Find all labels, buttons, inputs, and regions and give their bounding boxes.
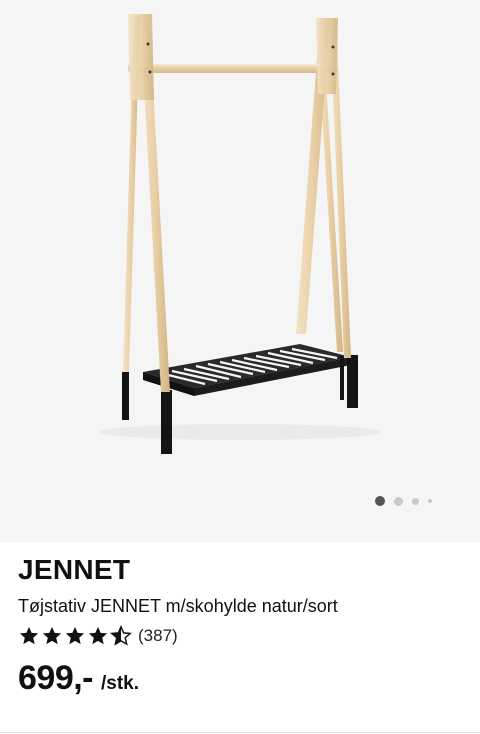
pagination-dot-active[interactable] (375, 496, 385, 506)
half-star-icon (110, 625, 132, 646)
star-icon (88, 626, 108, 645)
star-icon (19, 626, 39, 645)
review-count[interactable]: (387) (138, 626, 178, 646)
pagination-dot[interactable] (394, 496, 403, 506)
bottom-divider (0, 732, 480, 733)
product-description[interactable]: Tøjstativ JENNET m/skohylde natur/sort (18, 594, 462, 618)
product-name[interactable]: JENNET (18, 552, 462, 588)
star-icon (65, 626, 85, 645)
product-image (100, 14, 380, 454)
product-info: JENNET Tøjstativ JENNET m/skohylde natur… (18, 552, 462, 698)
price-unit: /stk. (101, 673, 140, 694)
product-image-gallery[interactable] (0, 0, 480, 542)
image-pagination-dots[interactable] (375, 496, 432, 506)
pagination-dot[interactable] (412, 497, 419, 505)
product-price: 699,- (18, 659, 94, 697)
star-icon (42, 626, 62, 645)
product-rating[interactable]: (387) (18, 623, 462, 649)
price-row: 699,- /stk. (18, 659, 462, 698)
rating-stars (18, 625, 132, 647)
pagination-dot[interactable] (428, 499, 432, 503)
